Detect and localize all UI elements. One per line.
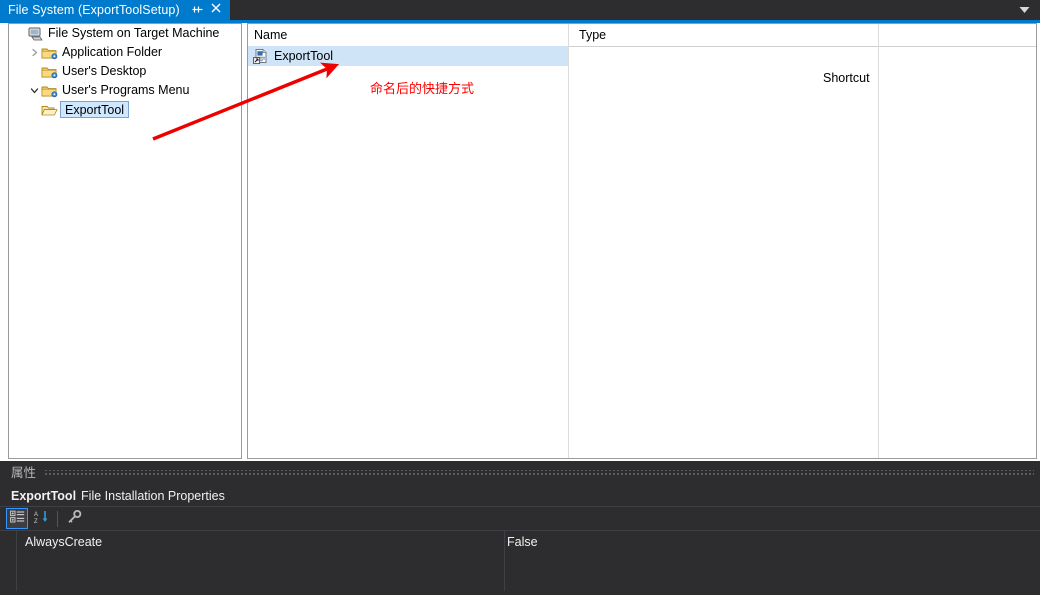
tree-item-file-system-on-target-machine[interactable]: File System on Target Machine	[9, 24, 241, 43]
tab-title: File System (ExportToolSetup)	[8, 0, 180, 20]
property-value[interactable]: False	[507, 531, 538, 553]
column-header-name[interactable]: Name	[248, 24, 287, 46]
tree-item-label: ExportTool	[60, 101, 129, 118]
pin-icon[interactable]	[189, 2, 204, 18]
list-cell-name-text: ExportTool	[274, 49, 333, 63]
property-name: AlwaysCreate	[25, 531, 102, 553]
tab-file-system-designer[interactable]: File System (ExportToolSetup)	[0, 0, 230, 20]
categorized-view-button[interactable]	[6, 508, 28, 529]
alphabetical-sort-button[interactable]: A Z	[30, 508, 52, 529]
close-icon[interactable]	[210, 2, 224, 18]
sort-az-icon: A Z	[34, 510, 49, 527]
svg-text:Z: Z	[34, 519, 38, 524]
tab-overflow-dropdown[interactable]	[1014, 0, 1034, 20]
key-icon	[66, 510, 82, 527]
properties-grid[interactable]: AlwaysCreate False	[0, 531, 1040, 591]
tree-item-users-desktop[interactable]: User's Desktop	[9, 62, 241, 81]
properties-toolbar: A Z	[0, 507, 1040, 531]
tree-item-label: User's Desktop	[62, 62, 146, 81]
header-dotted-rule	[44, 470, 1034, 477]
property-row-alwayscreate[interactable]: AlwaysCreate False	[0, 531, 1040, 553]
list-header: Name Type	[248, 24, 1036, 47]
properties-pane: 属性 ExportTool File Installation Propertie…	[0, 461, 1040, 595]
tree-item-label: Application Folder	[62, 43, 162, 62]
svg-text:A: A	[34, 512, 38, 518]
properties-pane-title: 属性	[11, 461, 44, 485]
column-header-type[interactable]: Type	[573, 24, 606, 46]
folder-special-icon	[41, 45, 58, 61]
chevron-down-icon[interactable]	[27, 84, 41, 98]
file-system-tree[interactable]: File System on Target Machine Applicatio…	[8, 23, 242, 459]
chevron-right-icon[interactable]	[27, 46, 41, 60]
tree-item-label: User's Programs Menu	[62, 81, 189, 100]
folder-special-icon	[41, 83, 58, 99]
column-separator-type[interactable]	[878, 24, 879, 459]
tree-item-application-folder[interactable]: Application Folder	[9, 43, 241, 62]
list-cell-name: ExportTool	[253, 46, 333, 66]
tree-item-exporttool[interactable]: ExportTool	[9, 100, 241, 119]
tab-strip: File System (ExportToolSetup)	[0, 0, 1040, 20]
twisty-placeholder	[13, 27, 27, 41]
table-row[interactable]: ExportTool Shortcut	[248, 46, 568, 66]
twisty-placeholder	[27, 65, 41, 79]
property-pages-button[interactable]	[63, 508, 85, 529]
tree-item-label: File System on Target Machine	[48, 24, 219, 43]
properties-subject: ExportTool File Installation Properties	[0, 485, 1040, 507]
column-separator-name[interactable]	[568, 24, 569, 459]
properties-subject-kind: File Installation Properties	[81, 489, 225, 503]
properties-subject-name: ExportTool	[11, 489, 76, 503]
tree-item-users-programs-menu[interactable]: User's Programs Menu	[9, 81, 241, 100]
file-system-designer: File System on Target Machine Applicatio…	[0, 23, 1040, 461]
shortcut-file-icon	[253, 48, 269, 64]
list-cell-type: Shortcut	[823, 68, 870, 88]
folder-special-icon	[41, 64, 58, 80]
chevron-down-icon	[1019, 3, 1030, 17]
properties-pane-header: 属性	[0, 461, 1040, 485]
file-system-list-view[interactable]: Name Type	[247, 23, 1037, 459]
categorized-icon	[10, 510, 25, 527]
toolbar-separator	[57, 511, 58, 527]
folder-open-icon	[41, 102, 58, 118]
computer-icon	[27, 26, 44, 42]
